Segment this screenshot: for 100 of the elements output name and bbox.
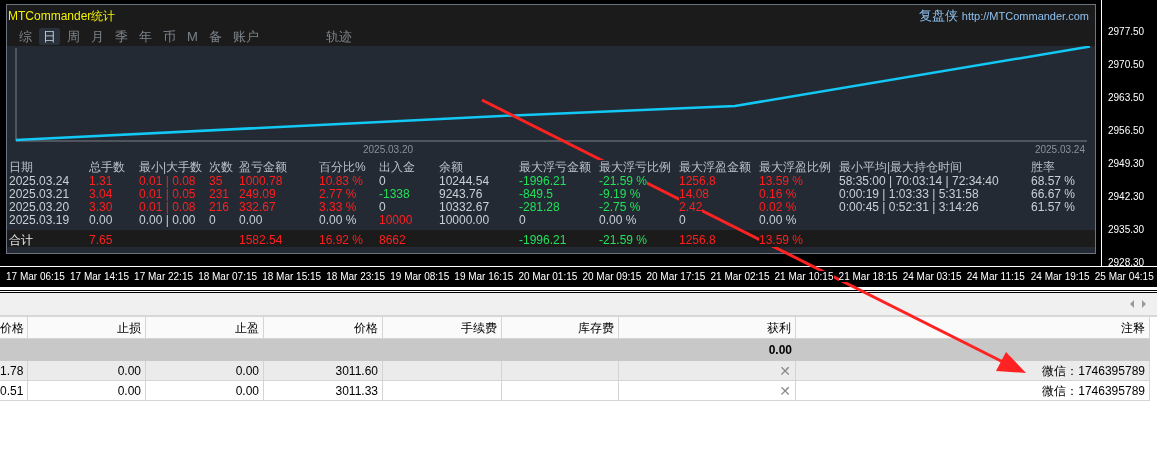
period-tab[interactable]: 币: [159, 28, 180, 45]
stat-value: 16.92 %: [319, 234, 364, 247]
stat-value: 0.01 | 0.08: [139, 201, 196, 214]
stat-value: 1256.8: [679, 234, 716, 247]
column-header: 手续费: [383, 317, 502, 339]
column-header: 次数: [209, 160, 233, 175]
period-tab[interactable]: M: [183, 28, 202, 45]
table-cell: 0.00: [146, 381, 264, 401]
stat-value: -2.75 %: [599, 201, 641, 214]
stat-value: 0.01 | 0.05: [139, 188, 196, 201]
period-tab[interactable]: 账户: [228, 28, 263, 45]
stat-value: 0: [379, 175, 386, 188]
stat-value: 10000.00: [439, 214, 490, 227]
column-header: 最大浮亏金额: [519, 160, 591, 175]
column-header: 止损: [28, 317, 146, 339]
close-icon[interactable]: ✕: [779, 383, 791, 399]
column-header: 余额: [439, 160, 463, 175]
stat-value: 10.83 %: [319, 175, 364, 188]
track-tab[interactable]: 轨迹: [321, 28, 356, 45]
stat-value: 1.31: [89, 175, 113, 188]
stat-value: 58:35:00 | 70:03:14 | 72:34:40: [839, 175, 999, 188]
time-label: 17 Mar 06:15: [6, 271, 65, 282]
chart-date: 2025.03.20: [363, 144, 414, 156]
stat-value: 13.59 %: [759, 234, 804, 247]
table-cell: 微信：1746395789: [796, 381, 1150, 401]
price-label: 2963.50: [1107, 92, 1146, 104]
time-label: 21 Mar 02:15: [710, 271, 770, 282]
time-label: 21 Mar 10:15: [774, 271, 834, 282]
stat-value: 66.67 %: [1031, 188, 1076, 201]
time-label: 18 Mar 23:15: [326, 271, 386, 282]
column-header: 最大浮盈比例: [759, 160, 831, 175]
scroll-right-icon[interactable]: [1141, 300, 1147, 308]
stat-value: 2025.03.19: [9, 214, 70, 227]
stat-value: 2025.03.21: [9, 188, 70, 201]
stat-value: 35: [209, 175, 223, 188]
scroll-left-icon[interactable]: [1129, 300, 1135, 308]
time-label: 24 Mar 19:15: [1030, 271, 1090, 282]
stat-value: 2.77 %: [319, 188, 357, 201]
column-header: 库存费: [502, 317, 619, 339]
stat-value: 0.00 %: [599, 214, 637, 227]
stat-value: 3.30: [89, 201, 113, 214]
stat-value: 3.33 %: [319, 201, 357, 214]
period-tab[interactable]: 备: [204, 28, 226, 45]
stat-value: 0:00:19 | 1:03:33 | 5:31:58: [839, 188, 979, 201]
stat-value: 0: [209, 214, 216, 227]
stat-value: 14.08: [679, 188, 710, 201]
stat-value: 0: [679, 214, 686, 227]
column-header: 止盈: [146, 317, 264, 339]
stat-value: -849.5: [519, 188, 554, 201]
stat-value: 61.57 %: [1031, 201, 1076, 214]
chart-date: 2025.03.24: [1034, 144, 1085, 156]
column-header: 注释: [796, 317, 1150, 339]
price-label: 2949.30: [1107, 158, 1146, 170]
stat-value: -1338: [379, 188, 410, 201]
time-label: 24 Mar 03:15: [902, 271, 962, 282]
stat-value: 249.09: [239, 188, 276, 201]
period-tab[interactable]: 年: [135, 28, 156, 45]
panel-title: MTCommander统计: [8, 7, 116, 25]
stat-value: 0.00 %: [319, 214, 357, 227]
price-label: 2956.50: [1107, 125, 1146, 137]
stat-value: 10244.54: [439, 175, 490, 188]
column-header: 总手数: [89, 160, 125, 175]
table-cell: 0.51: [0, 381, 28, 401]
time-label: 21 Mar 18:15: [838, 271, 898, 282]
stat-value: -1996.21: [519, 234, 567, 247]
time-label: 19 Mar 16:15: [454, 271, 514, 282]
stat-value: -281.28: [519, 201, 560, 214]
period-tab[interactable]: 季: [111, 28, 132, 45]
period-tab[interactable]: 日: [39, 28, 60, 45]
stat-value: 332.67: [239, 201, 276, 214]
stat-value: 10000: [379, 214, 413, 227]
table-cell: 0.00: [28, 381, 146, 401]
time-label: 17 Mar 22:15: [134, 271, 194, 282]
time-label: 20 Mar 17:15: [646, 271, 706, 282]
stat-value: 0.01 | 0.08: [139, 175, 196, 188]
total-label: 合计: [9, 234, 33, 247]
period-tab[interactable]: 综: [15, 28, 36, 45]
stat-value: 7.65: [89, 234, 113, 247]
column-header: 最小|大手数: [139, 160, 203, 175]
table-cell: 0.00: [28, 361, 146, 381]
period-tab[interactable]: 月: [87, 28, 108, 45]
time-label: 20 Mar 01:15: [518, 271, 578, 282]
stat-value: 2025.03.24: [9, 175, 70, 188]
table-cell: 1.78: [0, 361, 28, 381]
table-cell: 3011.33: [264, 381, 383, 401]
price-label: 2970.50: [1107, 59, 1146, 71]
website-link[interactable]: http://MTCommander.com: [961, 10, 1089, 22]
table-cell: 0.00: [146, 361, 264, 381]
stat-value: 9243.76: [439, 188, 483, 201]
column-header: 最小平均|最大持仓时间: [839, 160, 963, 175]
stat-value: 3.04: [89, 188, 113, 201]
stat-value: -21.59 %: [599, 234, 648, 247]
period-tab[interactable]: 周: [63, 28, 84, 45]
column-header: 胜率: [1031, 160, 1055, 175]
stat-value: 0: [379, 201, 386, 214]
stat-value: 0.02 %: [759, 201, 797, 214]
stat-value: 2025.03.20: [9, 201, 70, 214]
stat-value: 0.00: [239, 214, 263, 227]
close-icon[interactable]: ✕: [779, 363, 791, 379]
table-cell: 3011.60: [264, 361, 383, 381]
